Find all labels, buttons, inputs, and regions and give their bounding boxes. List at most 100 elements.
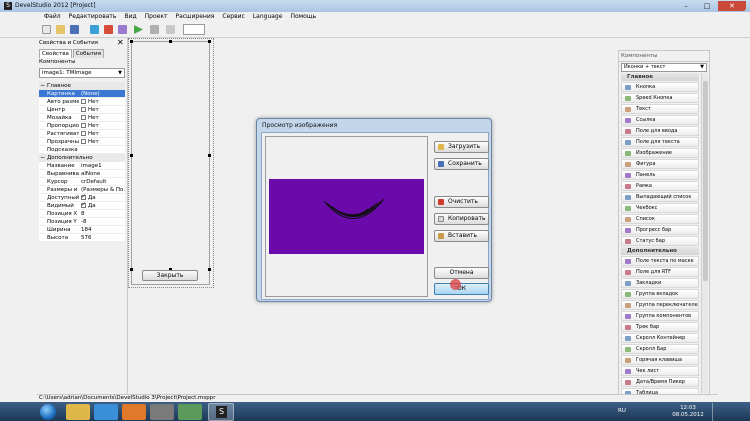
palette-item[interactable]: Поле для текста bbox=[621, 137, 699, 147]
debug-icon[interactable] bbox=[118, 25, 127, 34]
property-value[interactable]: Нет bbox=[79, 138, 125, 145]
clock[interactable]: 12:03 08.05.2012 bbox=[670, 405, 706, 419]
menu-view[interactable]: Вид bbox=[120, 12, 140, 22]
property-value[interactable]: Нет bbox=[79, 98, 125, 105]
property-value[interactable]: Нет bbox=[79, 106, 125, 113]
palette-item[interactable]: Кнопка bbox=[621, 82, 699, 92]
property-value[interactable]: 8 bbox=[79, 210, 125, 217]
resize-handle[interactable] bbox=[130, 40, 133, 43]
maximize-button[interactable]: □ bbox=[697, 1, 717, 11]
property-row[interactable]: Картинка (None) bbox=[39, 90, 125, 98]
menu-service[interactable]: Сервис bbox=[218, 12, 248, 22]
palette-item[interactable]: Изображение bbox=[621, 148, 699, 158]
develstudio-taskbar-button[interactable]: S bbox=[208, 403, 234, 421]
show-desktop-button[interactable] bbox=[712, 403, 718, 421]
property-row[interactable]: Центр Нет bbox=[39, 106, 125, 114]
clear-button[interactable]: Очистить bbox=[434, 196, 489, 208]
collapse-icon[interactable]: − bbox=[40, 82, 45, 90]
property-value[interactable]: Нет bbox=[79, 114, 125, 121]
resize-handle[interactable] bbox=[208, 154, 211, 157]
property-group[interactable]: − Дополнительно bbox=[39, 154, 125, 162]
palette-item[interactable]: Скролл Бар bbox=[621, 344, 699, 354]
app-taskbar-icon-2[interactable] bbox=[178, 404, 202, 420]
palette-item[interactable]: Скролл Контейнер bbox=[621, 333, 699, 343]
property-row[interactable]: Размеры и ...(Размеры & По... bbox=[39, 186, 125, 194]
property-group[interactable]: − Главное bbox=[39, 82, 125, 90]
palette-item[interactable]: Чек лист bbox=[621, 366, 699, 376]
property-value[interactable]: image1 bbox=[79, 162, 125, 169]
run-icon[interactable] bbox=[134, 25, 143, 34]
resize-handle[interactable] bbox=[169, 40, 172, 43]
save-icon[interactable] bbox=[70, 25, 79, 34]
tab-properties[interactable]: Свойства bbox=[39, 49, 72, 58]
start-button[interactable] bbox=[40, 404, 56, 420]
resize-handle[interactable] bbox=[130, 154, 133, 157]
explorer-icon[interactable] bbox=[66, 404, 90, 420]
new-file-icon[interactable] bbox=[42, 25, 51, 34]
ok-button[interactable]: ОК bbox=[434, 283, 489, 295]
palette-item[interactable]: Группа переключателей bbox=[621, 300, 699, 310]
palette-item[interactable]: Чекбокс bbox=[621, 203, 699, 213]
property-checkbox[interactable] bbox=[81, 123, 86, 128]
property-value[interactable]: crDefault bbox=[79, 178, 125, 185]
property-row[interactable]: Авто размер Нет bbox=[39, 98, 125, 106]
toolbar-field[interactable] bbox=[183, 24, 205, 35]
save-button[interactable]: Сохранить bbox=[434, 158, 489, 170]
minimize-button[interactable]: – bbox=[676, 1, 696, 11]
palette-item[interactable]: Дата/Время Пикер bbox=[621, 377, 699, 387]
component-select[interactable]: image1: TMImage ▼ bbox=[39, 68, 125, 78]
copy-button[interactable]: Копировать bbox=[434, 213, 489, 225]
browser-icon[interactable] bbox=[94, 404, 118, 420]
app-taskbar-icon[interactable] bbox=[150, 404, 174, 420]
menu-extensions[interactable]: Расширения bbox=[171, 12, 218, 22]
language-indicator[interactable]: RU bbox=[618, 408, 626, 414]
property-value[interactable]: 576 bbox=[79, 234, 125, 241]
palette-item[interactable]: Прогресс бар bbox=[621, 225, 699, 235]
components-scrollbar[interactable] bbox=[701, 73, 708, 393]
property-row[interactable]: Высота 576 bbox=[39, 234, 125, 242]
options-icon[interactable] bbox=[166, 25, 175, 34]
property-value[interactable]: Да bbox=[79, 194, 125, 201]
palette-item[interactable]: Закладки bbox=[621, 278, 699, 288]
collapse-icon[interactable]: − bbox=[40, 154, 45, 162]
close-icon[interactable]: ✕ bbox=[117, 38, 124, 47]
property-row[interactable]: Доступный Да bbox=[39, 194, 125, 202]
property-row[interactable]: Видимый Да bbox=[39, 202, 125, 210]
property-checkbox[interactable] bbox=[81, 194, 86, 201]
resize-handle[interactable] bbox=[208, 40, 211, 43]
property-row[interactable]: Растягивать Нет bbox=[39, 130, 125, 138]
palette-item[interactable]: Горячая клавиша bbox=[621, 355, 699, 365]
property-checkbox[interactable] bbox=[81, 115, 86, 120]
property-value[interactable] bbox=[79, 146, 125, 153]
menu-help[interactable]: Помощь bbox=[286, 12, 320, 22]
palette-item[interactable]: Поле для RTF bbox=[621, 267, 699, 277]
palette-item[interactable]: Поле для ввода bbox=[621, 126, 699, 136]
cancel-button[interactable]: Отмена bbox=[434, 267, 489, 279]
property-row[interactable]: Позиция Y -8 bbox=[39, 218, 125, 226]
property-row[interactable]: Пропорцио... Нет bbox=[39, 122, 125, 130]
property-checkbox[interactable] bbox=[81, 131, 86, 136]
palette-item[interactable]: Поле текста по маске bbox=[621, 256, 699, 266]
property-value[interactable]: -8 bbox=[79, 218, 125, 225]
load-button[interactable]: Загрузить bbox=[434, 141, 489, 153]
palette-item[interactable]: Список bbox=[621, 214, 699, 224]
resize-handle[interactable] bbox=[130, 268, 133, 271]
property-row[interactable]: Название image1 bbox=[39, 162, 125, 170]
property-value[interactable]: Нет bbox=[79, 130, 125, 137]
paste-button[interactable]: Вставить bbox=[434, 230, 489, 242]
close-window-button[interactable]: ✕ bbox=[718, 1, 746, 11]
settings-icon[interactable] bbox=[150, 25, 159, 34]
open-folder-icon[interactable] bbox=[56, 25, 65, 34]
property-checkbox[interactable] bbox=[81, 202, 86, 209]
view-mode-select[interactable]: Иконки + текст ▼ bbox=[621, 63, 707, 72]
property-checkbox[interactable] bbox=[81, 139, 86, 144]
palette-item[interactable]: Группа компонентов bbox=[621, 311, 699, 321]
property-checkbox[interactable] bbox=[81, 99, 86, 104]
build-icon[interactable] bbox=[90, 25, 99, 34]
palette-item[interactable]: Speed Кнопка bbox=[621, 93, 699, 103]
image-component[interactable] bbox=[131, 41, 210, 285]
property-value[interactable]: Нет bbox=[79, 122, 125, 129]
palette-item[interactable]: Текст bbox=[621, 104, 699, 114]
menu-language[interactable]: Language bbox=[249, 12, 287, 22]
palette-item[interactable]: Трек бар bbox=[621, 322, 699, 332]
